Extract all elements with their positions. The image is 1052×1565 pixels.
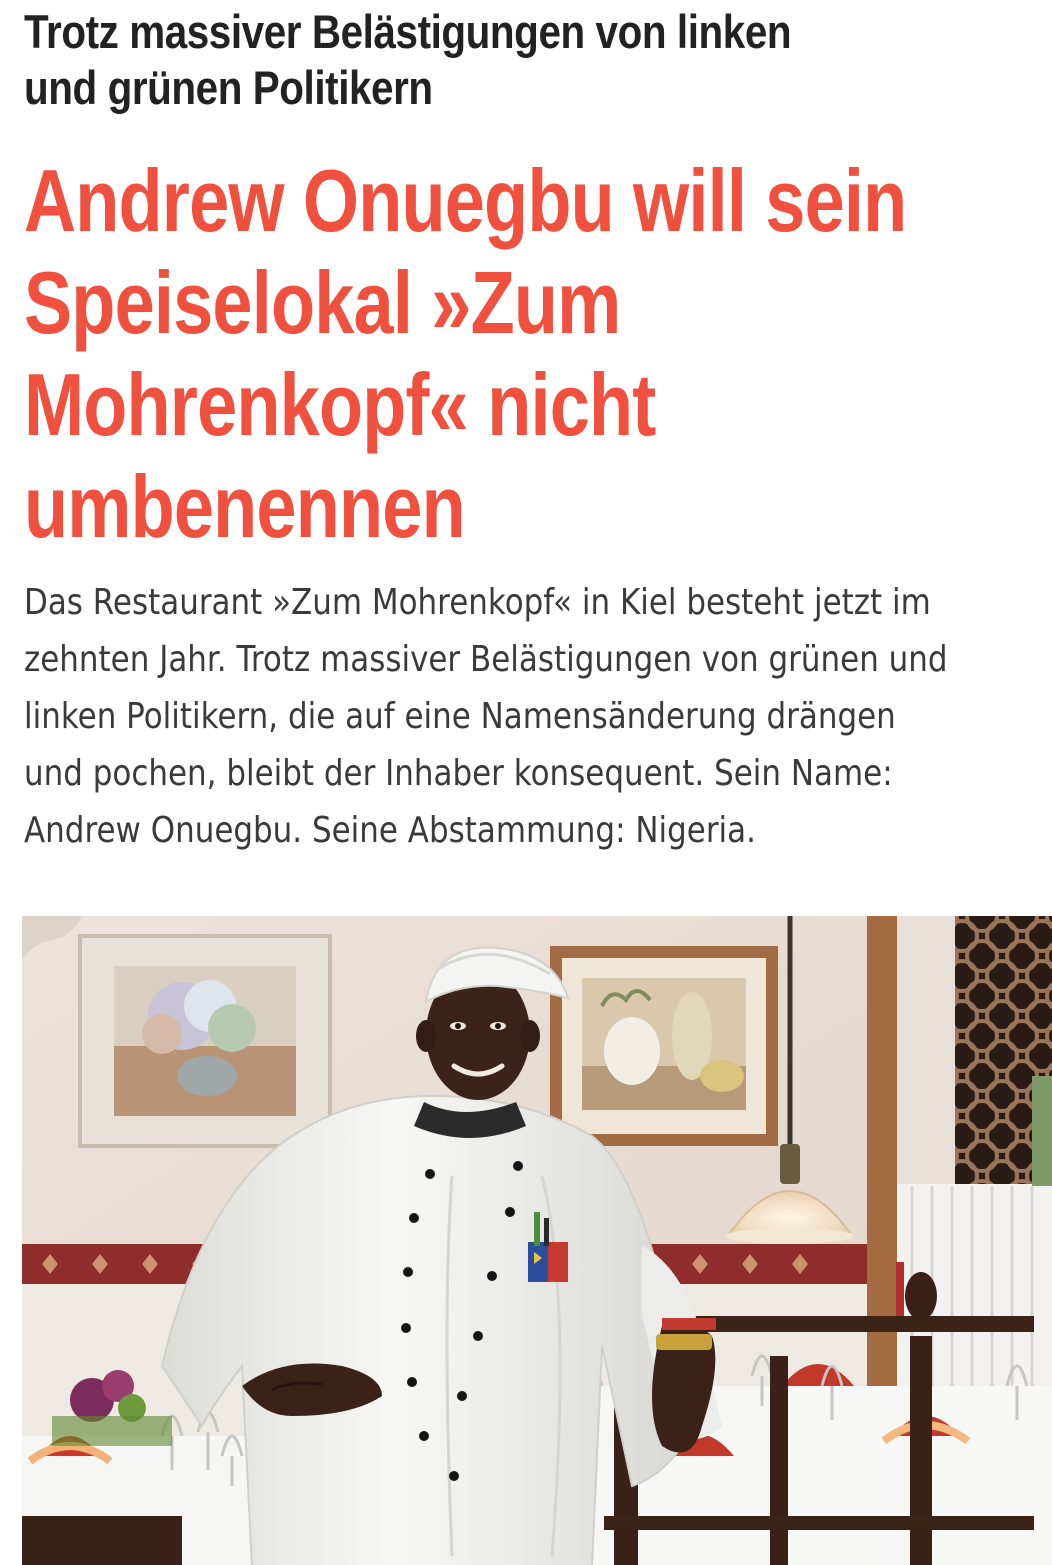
headline-line: umbenennen xyxy=(24,457,466,556)
headline-line: Speiselokal »Zum xyxy=(24,253,621,352)
lede-line: Das Restaurant »Zum Mohrenkopf« in Kiel … xyxy=(24,582,931,623)
lede-line: und pochen, bleibt der Inhaber konsequen… xyxy=(24,753,893,794)
article: Trotz massiver Belästigungen von linken … xyxy=(0,0,1052,1565)
headline-line: Andrew Onuegbu will sein xyxy=(24,151,907,250)
lede-line: Andrew Onuegbu. Seine Abstammung: Nigeri… xyxy=(24,810,756,851)
article-photo[interactable] xyxy=(22,916,1052,1565)
article-headline: Andrew Onuegbu will sein Speiselokal »Zu… xyxy=(24,150,959,558)
headline-line: Mohrenkopf« nicht xyxy=(24,355,656,454)
lede-line: zehnten Jahr. Trotz massiver Belästigung… xyxy=(24,639,948,680)
article-lede: Das Restaurant »Zum Mohrenkopf« in Kiel … xyxy=(24,574,1004,859)
lede-line: linken Politikern, die auf eine Namensän… xyxy=(24,696,896,737)
restaurant-chef-photo xyxy=(22,916,1052,1565)
article-kicker: Trotz massiver Belästigungen von linken … xyxy=(24,5,792,114)
